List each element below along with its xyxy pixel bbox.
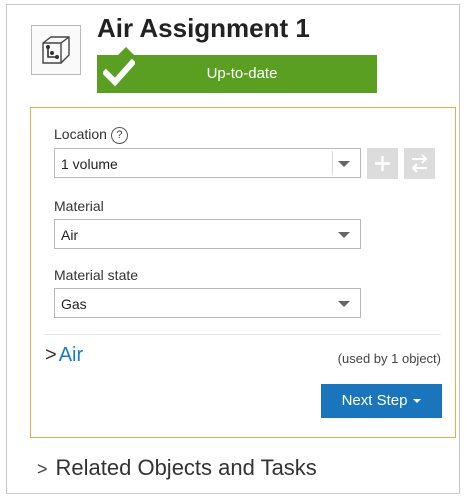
- assignment-form: Location? 1 volume Material Air Material…: [30, 107, 456, 438]
- help-icon[interactable]: ?: [110, 127, 128, 144]
- volume-assignment-icon: [31, 25, 81, 75]
- next-step-label: Next Step: [341, 392, 408, 409]
- assignment-panel: Air Assignment 1 Up-to-date Location? 1 …: [6, 4, 460, 494]
- chevron-right-icon: >: [45, 344, 57, 366]
- caret-down-icon: [413, 399, 422, 403]
- material-state-select[interactable]: Gas: [54, 288, 361, 318]
- swap-location-button[interactable]: [404, 148, 435, 179]
- chevron-down-icon: [338, 161, 350, 167]
- status-badge: Up-to-date: [97, 55, 377, 93]
- material-link-label[interactable]: Air: [59, 344, 83, 366]
- related-objects-label: Related Objects and Tasks: [55, 455, 317, 480]
- material-label: Material: [54, 198, 104, 214]
- material-link[interactable]: > Air: [45, 344, 83, 367]
- location-label: Location?: [54, 126, 128, 144]
- add-location-button[interactable]: [367, 148, 398, 179]
- material-select[interactable]: Air: [54, 219, 361, 249]
- page-title: Air Assignment 1: [97, 13, 310, 43]
- next-step-button[interactable]: Next Step: [321, 384, 442, 418]
- location-value: 1 volume: [61, 156, 118, 172]
- material-usage: (used by 1 object): [337, 351, 441, 366]
- section-divider: [45, 334, 441, 335]
- related-objects-section[interactable]: > Related Objects and Tasks: [37, 455, 317, 481]
- location-select[interactable]: 1 volume: [54, 148, 361, 178]
- plus-icon: [375, 156, 390, 171]
- swap-icon: [411, 154, 428, 173]
- location-label-text: Location: [54, 126, 107, 142]
- chevron-right-icon: >: [37, 459, 48, 479]
- material-state-label: Material state: [54, 267, 139, 283]
- chevron-down-icon: [338, 301, 350, 307]
- status-label: Up-to-date: [206, 65, 278, 82]
- material-state-value: Gas: [61, 296, 87, 312]
- select-divider: [332, 151, 333, 175]
- chevron-down-icon: [338, 232, 350, 238]
- material-value: Air: [61, 227, 79, 243]
